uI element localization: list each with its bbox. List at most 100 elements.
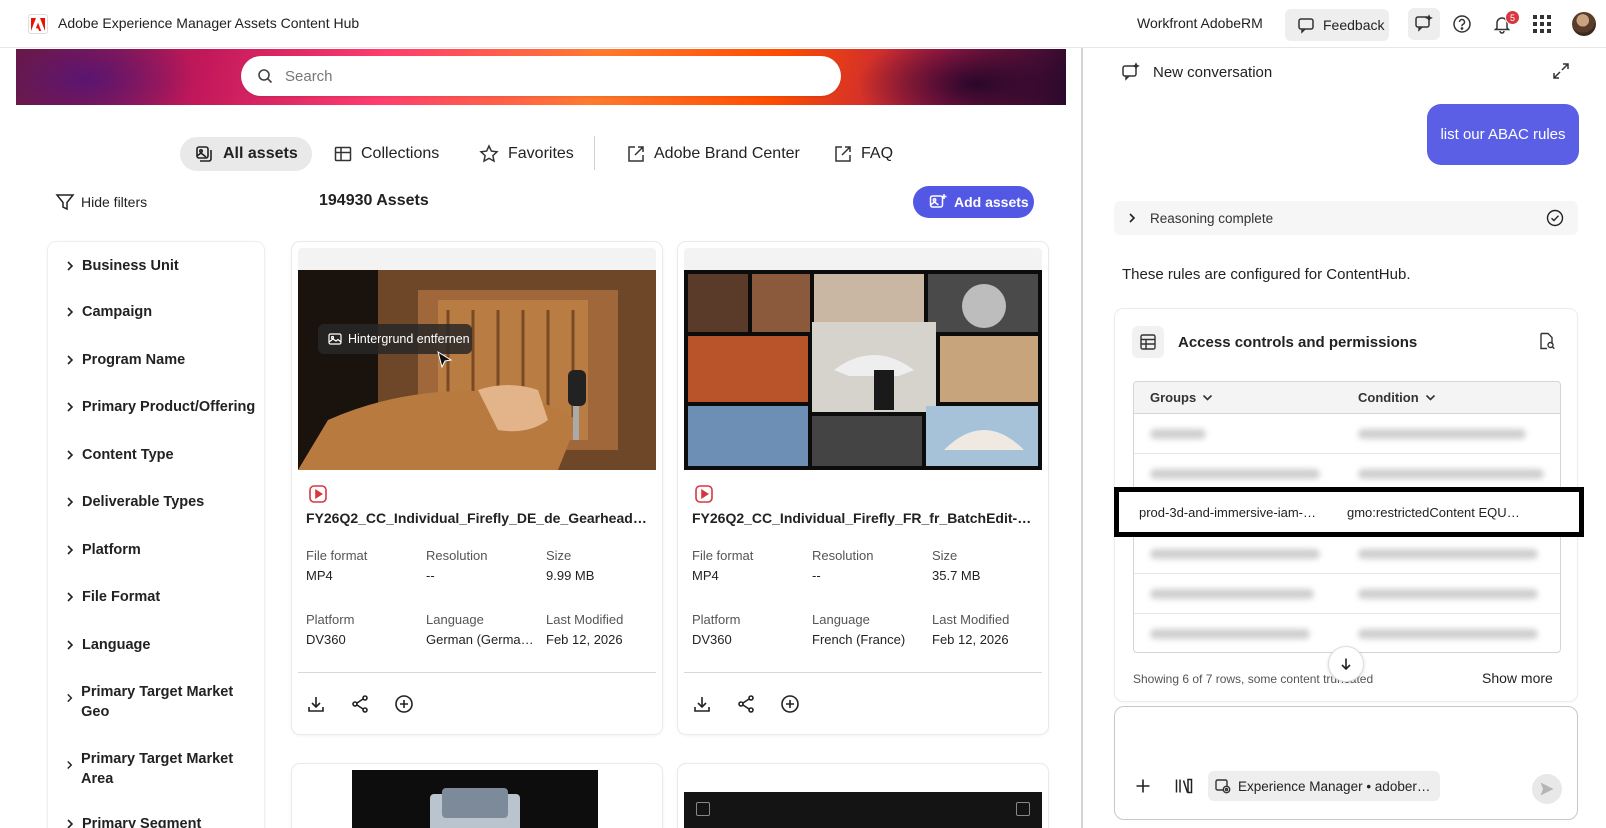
- meta-label: Size: [546, 548, 572, 563]
- plus-icon[interactable]: [1135, 778, 1151, 794]
- column-label: Condition: [1358, 390, 1419, 405]
- column-header-groups[interactable]: Groups: [1150, 390, 1213, 405]
- share-icon[interactable]: [736, 694, 756, 714]
- meta-label: Last Modified: [546, 612, 624, 627]
- image-icon: [328, 333, 342, 345]
- message-composer[interactable]: [1114, 706, 1578, 820]
- new-conversation-icon[interactable]: [1121, 62, 1141, 82]
- filter-business-unit[interactable]: Business Unit: [66, 256, 179, 276]
- search-bar[interactable]: [241, 56, 841, 96]
- meta-label: Size: [932, 548, 958, 563]
- search-input[interactable]: [285, 67, 805, 85]
- user-avatar[interactable]: [1572, 12, 1596, 36]
- filter-program-name[interactable]: Program Name: [66, 350, 185, 370]
- add-assets-button[interactable]: Add assets: [913, 186, 1034, 218]
- filter-deliverable-types[interactable]: Deliverable Types: [66, 492, 204, 512]
- tab-all-assets[interactable]: All assets: [180, 137, 312, 171]
- meta-platform: DV360: [306, 632, 346, 647]
- external-link-icon: [835, 146, 851, 162]
- hide-filters-button[interactable]: Hide filters: [55, 192, 147, 212]
- download-icon[interactable]: [692, 694, 712, 714]
- show-more-button[interactable]: Show more: [1482, 670, 1553, 686]
- help-button[interactable]: [1450, 12, 1474, 36]
- source-chip[interactable]: Experience Manager • adoberm content hub: [1208, 771, 1440, 801]
- chevron-right-icon: [67, 760, 73, 770]
- chevron-right-icon: [67, 355, 74, 365]
- meta-language: German (Germany): [426, 632, 534, 647]
- asset-card[interactable]: [678, 764, 1048, 828]
- filter-label: Platform: [82, 542, 141, 558]
- tab-label: All assets: [223, 145, 298, 162]
- meta-label: Platform: [306, 612, 355, 627]
- filter-platform[interactable]: Platform: [66, 540, 141, 560]
- chevron-right-icon: [67, 450, 74, 460]
- view-document-icon[interactable]: [1538, 332, 1556, 350]
- app-title[interactable]: Adobe Experience Manager Assets Content …: [58, 15, 359, 31]
- send-button[interactable]: [1532, 774, 1562, 804]
- asset-name[interactable]: FY26Q2_CC_Individual_Firefly_DE_de_Gearh…: [306, 510, 648, 526]
- chevron-right-icon: [67, 307, 74, 317]
- table-row[interactable]: [1134, 414, 1560, 454]
- table-row[interactable]: [1134, 574, 1560, 614]
- asset-thumbnail[interactable]: [298, 270, 656, 470]
- ai-assistant-button[interactable]: [1408, 8, 1440, 40]
- download-icon[interactable]: [306, 694, 326, 714]
- filter-campaign[interactable]: Campaign: [66, 302, 152, 322]
- filter-label: Primary Target Market Geo: [81, 684, 234, 720]
- adobe-logo-icon[interactable]: [28, 14, 48, 34]
- meta-resolution: --: [812, 568, 821, 583]
- meta-resolution: --: [426, 568, 435, 583]
- add-to-collection-icon[interactable]: [394, 694, 414, 714]
- meta-label: Resolution: [426, 548, 488, 563]
- meta-file-format: MP4: [306, 568, 333, 583]
- notification-badge: 5: [1505, 10, 1520, 25]
- tab-collections[interactable]: Collections: [334, 137, 439, 171]
- meta-label: Resolution: [812, 548, 874, 563]
- filter-primary-target-market-geo[interactable]: Primary Target Market Geo: [66, 682, 246, 722]
- filter-content-type[interactable]: Content Type: [66, 445, 174, 465]
- meta-label: Last Modified: [932, 612, 1010, 627]
- user-message: list our ABAC rules: [1427, 104, 1579, 165]
- chevron-right-icon: [67, 545, 74, 555]
- asset-thumbnail[interactable]: [352, 770, 598, 828]
- asset-thumbnail[interactable]: [684, 270, 1042, 470]
- filter-primary-segment[interactable]: Primary Segment: [66, 814, 201, 828]
- table-row[interactable]: [1134, 534, 1560, 574]
- meta-language: French (France): [812, 632, 906, 647]
- asset-card[interactable]: Hintergrund entfernen FY26Q2_CC_Individu…: [292, 242, 662, 734]
- feedback-icon: [1298, 18, 1314, 34]
- add-to-collection-icon[interactable]: [780, 694, 800, 714]
- feedback-button[interactable]: Feedback: [1285, 9, 1389, 41]
- org-switcher[interactable]: Workfront AdobeRM: [1137, 15, 1263, 31]
- reasoning-label: Reasoning complete: [1150, 210, 1274, 226]
- reasoning-toggle[interactable]: Reasoning complete: [1114, 201, 1578, 235]
- asset-thumbnail[interactable]: [684, 792, 1042, 828]
- collections-icon: [334, 146, 352, 162]
- column-header-condition[interactable]: Condition: [1358, 390, 1436, 405]
- chevron-right-icon: [67, 640, 74, 650]
- filter-language[interactable]: Language: [66, 635, 150, 655]
- meta-label: File format: [692, 548, 754, 563]
- filter-primary-product[interactable]: Primary Product/Offering: [66, 397, 255, 417]
- tab-label: Adobe Brand Center: [654, 145, 800, 162]
- redacted-cell: [1150, 469, 1320, 479]
- table-row-highlighted[interactable]: prod-3d-and-immersive-iam-users gmo:rest…: [1114, 487, 1584, 537]
- asset-card[interactable]: [292, 764, 662, 828]
- tab-favorites[interactable]: Favorites: [479, 137, 574, 171]
- library-icon[interactable]: [1175, 778, 1193, 794]
- share-icon[interactable]: [350, 694, 370, 714]
- app-switcher-button[interactable]: [1530, 12, 1554, 36]
- asset-name[interactable]: FY26Q2_CC_Individual_Firefly_FR_fr_Batch…: [692, 510, 1034, 526]
- meta-last-modified: Feb 12, 2026: [932, 632, 1009, 647]
- tab-faq[interactable]: FAQ: [834, 137, 893, 171]
- scroll-down-button[interactable]: [1328, 646, 1364, 682]
- filter-primary-target-market-area[interactable]: Primary Target Market Area: [66, 749, 246, 789]
- asset-card[interactable]: FY26Q2_CC_Individual_Firefly_FR_fr_Batch…: [678, 242, 1048, 734]
- grid-icon: [1533, 15, 1551, 33]
- filter-label: Program Name: [82, 352, 186, 368]
- meta-label: Platform: [692, 612, 741, 627]
- expand-icon[interactable]: [1552, 62, 1570, 80]
- tab-label: Favorites: [508, 145, 574, 162]
- filter-file-format[interactable]: File Format: [66, 587, 160, 607]
- tab-adobe-brand-center[interactable]: Adobe Brand Center: [627, 137, 800, 171]
